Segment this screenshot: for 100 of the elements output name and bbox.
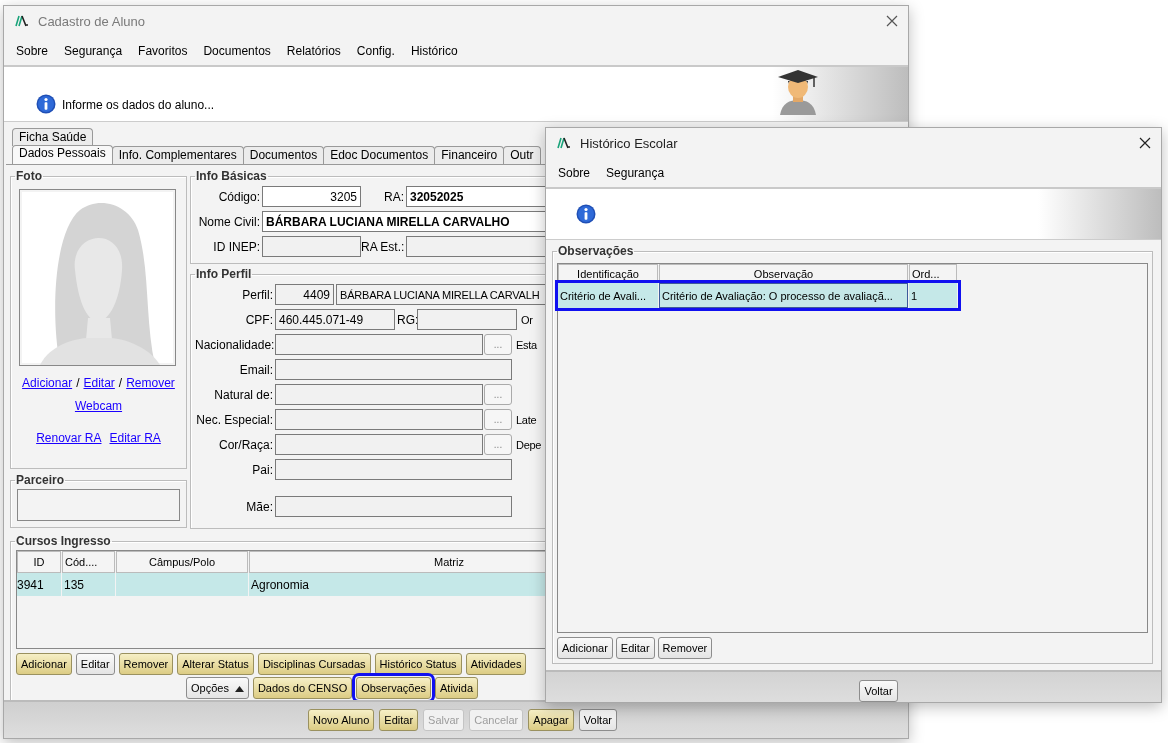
action-button[interactable]: Apagar bbox=[528, 709, 574, 731]
action-button[interactable]: Editar bbox=[75, 653, 115, 675]
separator: / bbox=[76, 376, 80, 390]
action-button[interactable]: Editar bbox=[615, 637, 655, 659]
action-button[interactable]: Dados do CENSO bbox=[252, 677, 353, 699]
group-title: Observações bbox=[557, 244, 635, 258]
field-label: Cor/Raça: bbox=[217, 437, 274, 452]
lookup-button[interactable]: ... bbox=[484, 434, 512, 455]
table-cell: 3941 bbox=[17, 573, 61, 596]
action-button[interactable]: Atividades bbox=[465, 653, 527, 675]
action-button[interactable]: Alterar Status bbox=[177, 653, 254, 675]
field-label: Mãe: bbox=[245, 499, 274, 514]
field-label: Depe bbox=[515, 438, 542, 451]
field-label: Código: bbox=[217, 189, 261, 204]
group-title: Foto bbox=[15, 169, 43, 183]
lookup-button[interactable]: ... bbox=[484, 409, 512, 430]
lookup-field[interactable] bbox=[275, 434, 483, 455]
graduate-avatar-icon bbox=[776, 69, 820, 115]
field-label: Late bbox=[515, 413, 537, 426]
close-icon[interactable] bbox=[886, 15, 898, 27]
rg-field[interactable] bbox=[417, 309, 517, 330]
separator: / bbox=[118, 376, 123, 390]
menu-item[interactable]: Sobre bbox=[8, 43, 57, 58]
action-button[interactable]: Editar bbox=[379, 709, 419, 731]
field-label: Nacionalidade: bbox=[195, 337, 275, 352]
menu-item[interactable]: Sobre bbox=[550, 165, 599, 180]
action-button[interactable]: Ativida bbox=[435, 677, 479, 699]
lookup-button[interactable]: ... bbox=[484, 334, 512, 355]
text-field[interactable] bbox=[275, 359, 512, 380]
menu-item[interactable]: Documentos bbox=[195, 43, 279, 58]
action-button[interactable]: Disciplinas Cursadas bbox=[257, 653, 371, 675]
lookup-field[interactable] bbox=[275, 334, 483, 355]
tab[interactable]: Ficha Saúde bbox=[12, 128, 94, 146]
action-button[interactable]: Adicionar bbox=[16, 653, 72, 675]
options-dropdown-button[interactable]: Opções bbox=[186, 677, 249, 699]
add-link[interactable]: Adicionar bbox=[22, 376, 73, 390]
tab[interactable]: Info. Complementares bbox=[111, 146, 244, 164]
column-header[interactable]: ID bbox=[17, 551, 61, 573]
info-icon bbox=[36, 94, 56, 114]
group-title: Info Básicas bbox=[195, 169, 268, 183]
column-header[interactable]: Câmpus/Polo bbox=[116, 551, 248, 573]
profile-id-field[interactable]: 4409 bbox=[275, 284, 334, 305]
caret-up-icon bbox=[234, 686, 244, 693]
action-button[interactable]: Adicionar bbox=[557, 637, 613, 659]
lookup-button[interactable]: ... bbox=[484, 384, 512, 405]
tab[interactable]: Edoc Documentos bbox=[323, 146, 436, 164]
ra-link[interactable]: Renovar RA bbox=[36, 431, 102, 445]
menu-item[interactable]: Segurança bbox=[56, 43, 131, 58]
field-label: Nome Civil: bbox=[197, 214, 261, 229]
info-message: Informe os dados do aluno... bbox=[62, 98, 215, 114]
action-button[interactable]: Remover bbox=[118, 653, 174, 675]
field-label: Or bbox=[520, 313, 533, 326]
group-title: Info Perfil bbox=[195, 267, 253, 281]
lookup-field[interactable] bbox=[275, 409, 483, 430]
table-cell: Critério de Avali... bbox=[558, 283, 658, 308]
tab[interactable]: Dados Pessoais bbox=[12, 145, 113, 164]
field-label: Email: bbox=[238, 362, 274, 377]
field-label: RG: bbox=[396, 312, 417, 327]
webcam-link[interactable]: Webcam bbox=[74, 399, 123, 413]
table-cell: 1 bbox=[909, 283, 957, 308]
action-button[interactable]: Remover bbox=[657, 637, 713, 659]
group-title: Cursos Ingresso bbox=[15, 534, 112, 548]
cpf-field[interactable]: 460.445.071-49 bbox=[275, 309, 395, 330]
field-label: Nec. Especial: bbox=[195, 412, 274, 427]
window-title: Cadastro de Aluno bbox=[38, 13, 146, 29]
code-field[interactable]: 3205 bbox=[262, 186, 361, 207]
group-title: Parceiro bbox=[15, 473, 66, 487]
edit-link[interactable]: Editar bbox=[83, 376, 115, 390]
action-button[interactable]: Novo Aluno bbox=[308, 709, 375, 731]
window-title: Histórico Escolar bbox=[580, 135, 679, 151]
field-label: ID INEP: bbox=[212, 239, 261, 254]
field-label: Pai: bbox=[251, 462, 274, 477]
back-button[interactable]: Voltar bbox=[859, 680, 898, 702]
action-button[interactable]: Histórico Status bbox=[374, 653, 462, 675]
ra-link[interactable]: Editar RA bbox=[109, 431, 161, 445]
menu-item[interactable]: Favoritos bbox=[130, 43, 196, 58]
tab[interactable]: Documentos bbox=[242, 146, 325, 164]
column-header[interactable]: Cód.... bbox=[62, 551, 115, 573]
action-button[interactable]: Voltar bbox=[578, 709, 617, 731]
lookup-field[interactable] bbox=[275, 384, 483, 405]
remove-link[interactable]: Remover bbox=[126, 376, 175, 390]
field-label: RA: bbox=[383, 189, 405, 204]
close-icon[interactable] bbox=[1139, 137, 1151, 149]
table-row[interactable]: Critério de Avali... Critério de Avaliação: O processo de avaliaçã... 1 bbox=[558, 283, 958, 308]
inep-field[interactable] bbox=[262, 236, 361, 257]
menu-item[interactable]: Histórico bbox=[402, 43, 466, 58]
field-label: RA Est.: bbox=[361, 239, 406, 254]
menu-item[interactable]: Relatórios bbox=[278, 43, 349, 58]
menu-item[interactable]: Config. bbox=[348, 43, 403, 58]
logo-icon bbox=[556, 135, 572, 151]
field-label: Perfil: bbox=[241, 287, 274, 302]
field-label: Natural de: bbox=[213, 387, 274, 402]
partner-field[interactable] bbox=[17, 489, 180, 521]
field-label: Esta bbox=[515, 338, 537, 351]
table-cell: 135 bbox=[62, 573, 115, 596]
tab[interactable]: Financeiro bbox=[434, 146, 505, 164]
menu-item[interactable]: Segurança bbox=[598, 165, 673, 180]
tab[interactable]: Outr bbox=[503, 146, 541, 164]
text-field[interactable] bbox=[275, 459, 512, 480]
text-field[interactable] bbox=[275, 496, 512, 517]
